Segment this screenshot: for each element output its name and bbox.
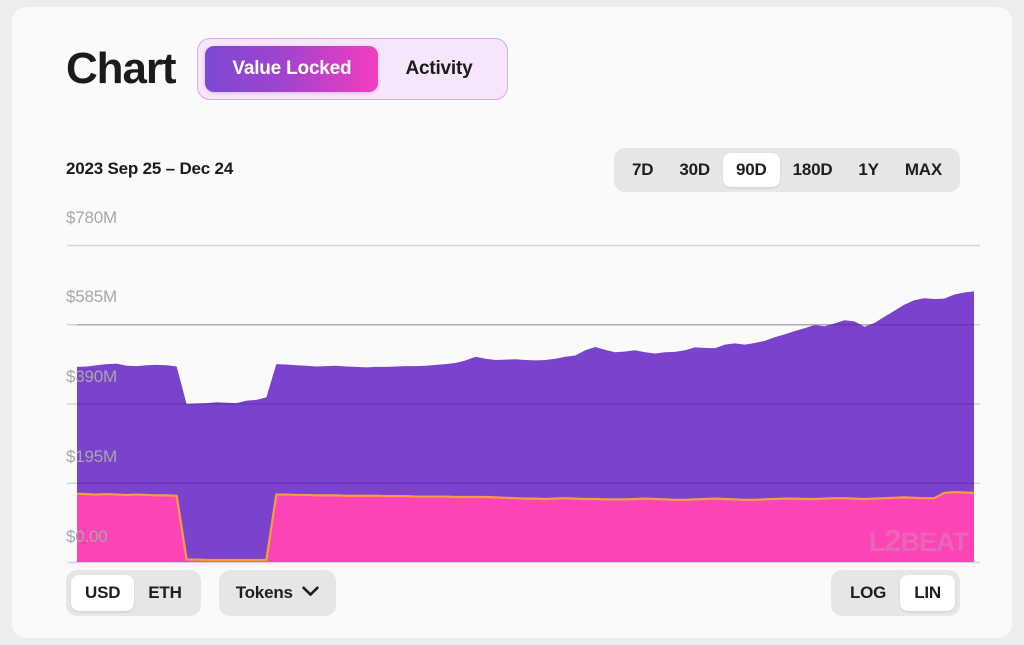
view-toggle-group: Value Locked Activity xyxy=(197,38,507,100)
time-range-90d[interactable]: 90D xyxy=(723,153,780,187)
time-range-1y[interactable]: 1Y xyxy=(845,153,891,187)
chart-header: Chart Value Locked Activity xyxy=(66,38,508,100)
stacked-area-chart[interactable] xyxy=(12,197,1012,577)
currency-eth[interactable]: ETH xyxy=(134,575,195,611)
date-range-label: 2023 Sep 25 – Dec 24 xyxy=(66,159,233,179)
currency-usd[interactable]: USD xyxy=(71,575,134,611)
tab-activity[interactable]: Activity xyxy=(378,46,499,92)
currency-toggle-group: USD ETH xyxy=(66,570,201,616)
time-range-max[interactable]: MAX xyxy=(892,153,955,187)
time-range-180d[interactable]: 180D xyxy=(780,153,846,187)
scale-log[interactable]: LOG xyxy=(836,575,900,611)
page-title: Chart xyxy=(66,47,175,91)
chart-card: Chart Value Locked Activity 2023 Sep 25 … xyxy=(12,7,1012,638)
time-range-7d[interactable]: 7D xyxy=(619,153,666,187)
chart-plot-area[interactable]: $780M $585M $390M $195M $0.00 L2BEAT xyxy=(12,197,1012,577)
time-range-selector: 7D 30D 90D 180D 1Y MAX xyxy=(614,148,960,192)
time-range-30d[interactable]: 30D xyxy=(666,153,723,187)
chart-footer-left: USD ETH Tokens xyxy=(66,570,336,616)
chart-footer-right: LOG LIN xyxy=(831,570,960,616)
chevron-down-icon xyxy=(302,584,319,602)
tab-value-locked[interactable]: Value Locked xyxy=(205,46,378,92)
tokens-dropdown[interactable]: Tokens xyxy=(219,570,336,616)
scale-lin[interactable]: LIN xyxy=(900,575,955,611)
scale-toggle-group: LOG LIN xyxy=(831,570,960,616)
tokens-dropdown-label: Tokens xyxy=(236,583,293,603)
